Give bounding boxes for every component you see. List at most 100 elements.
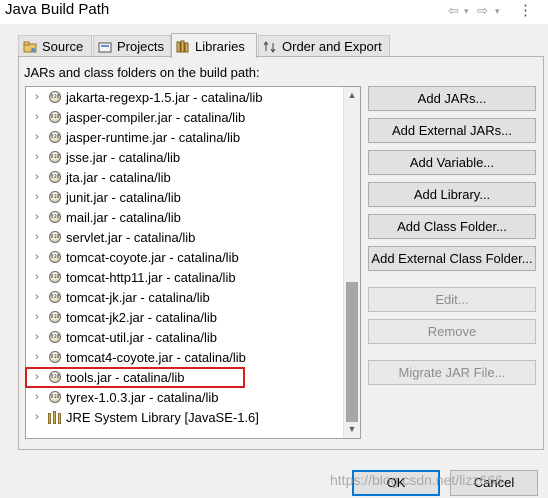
scrollbar-thumb[interactable] (346, 282, 358, 422)
tree-jar-item[interactable]: › 010 tomcat-jk2.jar - catalina/lib (26, 307, 344, 327)
tab-order-export-label: Order and Export (282, 39, 382, 54)
tab-order-export[interactable]: Order and Export (258, 35, 390, 57)
tree-item-label: tools.jar - catalina/lib (66, 369, 185, 385)
dialog-title: Java Build Path (5, 1, 110, 18)
tree-jar-item[interactable]: › 010 jsse.jar - catalina/lib (26, 147, 344, 167)
back-arrow-icon[interactable]: ⇦ (448, 3, 459, 19)
jar-file-icon: 010 (49, 111, 61, 123)
tree-item-label: jakarta-regexp-1.5.jar - catalina/lib (66, 89, 263, 105)
edit-button[interactable]: Edit... (368, 287, 536, 312)
back-dropdown-icon[interactable]: ▾ (464, 3, 469, 19)
source-folder-icon (23, 40, 37, 54)
tab-libraries[interactable]: Libraries (171, 33, 257, 58)
tree-scrollbar[interactable]: ▲ ▼ (343, 87, 360, 438)
tree-item-label: tomcat4-coyote.jar - catalina/lib (66, 349, 246, 365)
expand-chevron-icon[interactable]: › (32, 151, 42, 163)
tree-item-label: jasper-runtime.jar - catalina/lib (66, 129, 241, 145)
tab-source[interactable]: Source (18, 35, 92, 57)
jar-file-icon: 010 (49, 351, 61, 363)
tree-item-label: tomcat-jk.jar - catalina/lib (66, 289, 210, 305)
jar-file-icon: 010 (49, 211, 61, 223)
tree-jar-item[interactable]: › 010 tyrex-1.0.3.jar - catalina/lib (26, 387, 344, 407)
tree-item-label: tomcat-http11.jar - catalina/lib (66, 269, 236, 285)
expand-chevron-icon[interactable]: › (32, 171, 42, 183)
expand-chevron-icon[interactable]: › (32, 231, 42, 243)
expand-chevron-icon[interactable]: › (32, 291, 42, 303)
tree-item-label: jta.jar - catalina/lib (66, 169, 171, 185)
tree-jar-item[interactable]: › 010 junit.jar - catalina/lib (26, 187, 344, 207)
title-bar: Java Build Path ⇦ ▾ ⇨ ▾ ⋮ (0, 0, 548, 24)
expand-chevron-icon[interactable]: › (32, 271, 42, 283)
expand-chevron-icon[interactable]: › (32, 311, 42, 323)
expand-chevron-icon[interactable]: › (32, 331, 42, 343)
tree-item-label: jsse.jar - catalina/lib (66, 149, 181, 165)
migrate-jar-button[interactable]: Migrate JAR File... (368, 360, 536, 385)
expand-chevron-icon[interactable]: › (32, 131, 42, 143)
jar-file-icon: 010 (49, 251, 61, 263)
add-class-folder-button[interactable]: Add Class Folder... (368, 214, 536, 239)
jar-file-icon: 010 (49, 131, 61, 143)
tree-jar-item[interactable]: › 010 tools.jar - catalina/lib (26, 367, 344, 387)
tree-jar-item[interactable]: › 010 mail.jar - catalina/lib (26, 207, 344, 227)
tree-jar-item[interactable]: › 010 tomcat-http11.jar - catalina/lib (26, 267, 344, 287)
tree-item-label: jasper-compiler.jar - catalina/lib (66, 109, 246, 125)
jar-file-icon: 010 (49, 151, 61, 163)
tree-jar-item[interactable]: › 010 tomcat-jk.jar - catalina/lib (26, 287, 344, 307)
forward-dropdown-icon[interactable]: ▾ (495, 3, 500, 19)
tree-library-item[interactable]: › JRE System Library [JavaSE-1.6] (26, 407, 344, 427)
jar-file-icon: 010 (49, 171, 61, 183)
libraries-icon (176, 39, 190, 53)
jar-file-icon: 010 (49, 91, 61, 103)
watermark-text: https://blog.csdn.net/lizz666 (330, 472, 503, 488)
tree-item-label: junit.jar - catalina/lib (66, 189, 181, 205)
add-library-button[interactable]: Add Library... (368, 182, 536, 207)
add-external-jars-button[interactable]: Add External JARs... (368, 118, 536, 143)
jar-file-icon: 010 (49, 291, 61, 303)
tree-jar-item[interactable]: › 010 jta.jar - catalina/lib (26, 167, 344, 187)
expand-chevron-icon[interactable]: › (32, 411, 42, 423)
tree-item-label: mail.jar - catalina/lib (66, 209, 181, 225)
tree-jar-item[interactable]: › 010 jasper-compiler.jar - catalina/lib (26, 107, 344, 127)
expand-chevron-icon[interactable]: › (32, 251, 42, 263)
add-variable-button[interactable]: Add Variable... (368, 150, 536, 175)
tree-item-label: JRE System Library [JavaSE-1.6] (66, 409, 259, 425)
tree-jar-item[interactable]: › 010 tomcat-util.jar - catalina/lib (26, 327, 344, 347)
tab-source-label: Source (42, 39, 84, 54)
build-path-label: JARs and class folders on the build path… (24, 65, 260, 80)
expand-chevron-icon[interactable]: › (32, 111, 42, 123)
tree-item-label: tomcat-util.jar - catalina/lib (66, 329, 217, 345)
add-jars-button[interactable]: Add JARs... (368, 86, 536, 111)
tree-jar-item[interactable]: › 010 tomcat4-coyote.jar - catalina/lib (26, 347, 344, 367)
tree-jar-item[interactable]: › 010 jakarta-regexp-1.5.jar - catalina/li… (26, 87, 344, 107)
expand-chevron-icon[interactable]: › (32, 91, 42, 103)
jar-file-icon: 010 (49, 191, 61, 203)
tree-item-label: tomcat-jk2.jar - catalina/lib (66, 309, 217, 325)
scroll-up-icon[interactable]: ▲ (344, 87, 360, 104)
expand-chevron-icon[interactable]: › (32, 371, 42, 383)
tree-jar-item[interactable]: › 010 servlet.jar - catalina/lib (26, 227, 344, 247)
jar-file-icon: 010 (49, 371, 61, 383)
tree-item-label: tyrex-1.0.3.jar - catalina/lib (66, 389, 219, 405)
library-icon (48, 410, 62, 424)
tab-projects[interactable]: Projects (93, 35, 171, 57)
expand-chevron-icon[interactable]: › (32, 351, 42, 363)
add-external-class-folder-button[interactable]: Add External Class Folder... (368, 246, 536, 271)
remove-button[interactable]: Remove (368, 319, 536, 344)
build-path-tree[interactable]: › 010 jakarta-regexp-1.5.jar - catalina/li… (25, 86, 361, 439)
tree-jar-item[interactable]: › 010 tomcat-coyote.jar - catalina/lib (26, 247, 344, 267)
tree-item-label: tomcat-coyote.jar - catalina/lib (66, 249, 239, 265)
scroll-down-icon[interactable]: ▼ (344, 421, 360, 438)
expand-chevron-icon[interactable]: › (32, 391, 42, 403)
jar-file-icon: 010 (49, 391, 61, 403)
view-menu-icon[interactable]: ⋮ (518, 3, 533, 19)
jar-file-icon: 010 (49, 311, 61, 323)
jar-file-icon: 010 (49, 331, 61, 343)
projects-icon (98, 40, 112, 54)
tab-projects-label: Projects (117, 39, 164, 54)
jar-file-icon: 010 (49, 231, 61, 243)
tree-item-label: servlet.jar - catalina/lib (66, 229, 196, 245)
expand-chevron-icon[interactable]: › (32, 211, 42, 223)
forward-arrow-icon[interactable]: ⇨ (477, 3, 488, 19)
expand-chevron-icon[interactable]: › (32, 191, 42, 203)
tree-jar-item[interactable]: › 010 jasper-runtime.jar - catalina/lib (26, 127, 344, 147)
